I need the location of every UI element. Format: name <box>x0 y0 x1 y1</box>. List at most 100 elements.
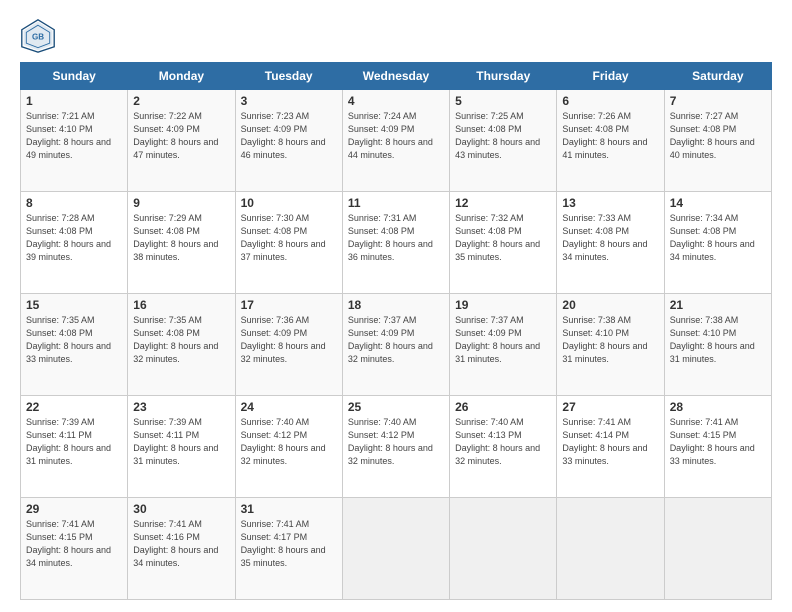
calendar-cell <box>342 498 449 600</box>
calendar-cell: 3 Sunrise: 7:23 AMSunset: 4:09 PMDaylight… <box>235 90 342 192</box>
day-number: 14 <box>670 196 766 210</box>
calendar-cell <box>450 498 557 600</box>
calendar-cell: 26 Sunrise: 7:40 AMSunset: 4:13 PMDayligh… <box>450 396 557 498</box>
calendar-cell: 10 Sunrise: 7:30 AMSunset: 4:08 PMDayligh… <box>235 192 342 294</box>
day-number: 11 <box>348 196 444 210</box>
calendar-cell: 29Sunrise: 7:41 AMSunset: 4:15 PMDayligh… <box>21 498 128 600</box>
calendar-cell: 9 Sunrise: 7:29 AMSunset: 4:08 PMDaylight… <box>128 192 235 294</box>
day-info: Sunrise: 7:36 AMSunset: 4:09 PMDaylight:… <box>241 314 337 366</box>
calendar-cell <box>664 498 771 600</box>
calendar-cell: 13 Sunrise: 7:33 AMSunset: 4:08 PMDayligh… <box>557 192 664 294</box>
calendar-header-friday: Friday <box>557 63 664 90</box>
day-number: 19 <box>455 298 551 312</box>
calendar-cell: 16 Sunrise: 7:35 AMSunset: 4:08 PMDayligh… <box>128 294 235 396</box>
calendar-cell: 7 Sunrise: 7:27 AMSunset: 4:08 PMDaylight… <box>664 90 771 192</box>
day-number: 29 <box>26 502 122 516</box>
day-number: 1 <box>26 94 122 108</box>
day-number: 23 <box>133 400 229 414</box>
day-info: Sunrise: 7:41 AMSunset: 4:14 PMDaylight:… <box>562 416 658 468</box>
day-info: Sunrise: 7:34 AMSunset: 4:08 PMDaylight:… <box>670 212 766 264</box>
calendar-cell: 17 Sunrise: 7:36 AMSunset: 4:09 PMDayligh… <box>235 294 342 396</box>
day-number: 18 <box>348 298 444 312</box>
day-number: 5 <box>455 94 551 108</box>
calendar-cell: 11 Sunrise: 7:31 AMSunset: 4:08 PMDayligh… <box>342 192 449 294</box>
day-info: Sunrise: 7:30 AMSunset: 4:08 PMDaylight:… <box>241 212 337 264</box>
calendar-cell: 30Sunrise: 7:41 AMSunset: 4:16 PMDayligh… <box>128 498 235 600</box>
day-number: 6 <box>562 94 658 108</box>
day-info: Sunrise: 7:40 AMSunset: 4:12 PMDaylight:… <box>241 416 337 468</box>
day-number: 21 <box>670 298 766 312</box>
calendar-header-monday: Monday <box>128 63 235 90</box>
day-info: Sunrise: 7:27 AMSunset: 4:08 PMDaylight:… <box>670 110 766 162</box>
calendar-cell: 8 Sunrise: 7:28 AMSunset: 4:08 PMDaylight… <box>21 192 128 294</box>
calendar-cell: 21 Sunrise: 7:38 AMSunset: 4:10 PMDayligh… <box>664 294 771 396</box>
logo-icon: GB <box>20 18 56 54</box>
calendar-cell: 24 Sunrise: 7:40 AMSunset: 4:12 PMDayligh… <box>235 396 342 498</box>
day-number: 8 <box>26 196 122 210</box>
day-info: Sunrise: 7:28 AMSunset: 4:08 PMDaylight:… <box>26 212 122 264</box>
calendar-week-4: 22 Sunrise: 7:39 AMSunset: 4:11 PMDayligh… <box>21 396 772 498</box>
calendar-cell: 12 Sunrise: 7:32 AMSunset: 4:08 PMDayligh… <box>450 192 557 294</box>
day-info: Sunrise: 7:31 AMSunset: 4:08 PMDaylight:… <box>348 212 444 264</box>
day-number: 15 <box>26 298 122 312</box>
day-info: Sunrise: 7:40 AMSunset: 4:12 PMDaylight:… <box>348 416 444 468</box>
day-number: 26 <box>455 400 551 414</box>
calendar-table: SundayMondayTuesdayWednesdayThursdayFrid… <box>20 62 772 600</box>
day-info: Sunrise: 7:37 AMSunset: 4:09 PMDaylight:… <box>348 314 444 366</box>
day-info: Sunrise: 7:29 AMSunset: 4:08 PMDaylight:… <box>133 212 229 264</box>
day-info: Sunrise: 7:41 AMSunset: 4:17 PMDaylight:… <box>241 518 337 570</box>
calendar-cell: 25Sunrise: 7:40 AMSunset: 4:12 PMDayligh… <box>342 396 449 498</box>
day-number: 3 <box>241 94 337 108</box>
day-number: 27 <box>562 400 658 414</box>
day-number: 24 <box>241 400 337 414</box>
calendar-cell: 28Sunrise: 7:41 AMSunset: 4:15 PMDayligh… <box>664 396 771 498</box>
calendar-header-thursday: Thursday <box>450 63 557 90</box>
calendar-week-1: 1 Sunrise: 7:21 AMSunset: 4:10 PMDaylight… <box>21 90 772 192</box>
day-info: Sunrise: 7:24 AMSunset: 4:09 PMDaylight:… <box>348 110 444 162</box>
calendar-week-5: 29Sunrise: 7:41 AMSunset: 4:15 PMDayligh… <box>21 498 772 600</box>
day-info: Sunrise: 7:25 AMSunset: 4:08 PMDaylight:… <box>455 110 551 162</box>
calendar-cell: 15 Sunrise: 7:35 AMSunset: 4:08 PMDayligh… <box>21 294 128 396</box>
day-info: Sunrise: 7:26 AMSunset: 4:08 PMDaylight:… <box>562 110 658 162</box>
day-info: Sunrise: 7:38 AMSunset: 4:10 PMDaylight:… <box>670 314 766 366</box>
day-info: Sunrise: 7:35 AMSunset: 4:08 PMDaylight:… <box>133 314 229 366</box>
calendar-week-2: 8 Sunrise: 7:28 AMSunset: 4:08 PMDaylight… <box>21 192 772 294</box>
header: GB <box>20 18 772 54</box>
day-info: Sunrise: 7:33 AMSunset: 4:08 PMDaylight:… <box>562 212 658 264</box>
day-info: Sunrise: 7:38 AMSunset: 4:10 PMDaylight:… <box>562 314 658 366</box>
day-info: Sunrise: 7:21 AMSunset: 4:10 PMDaylight:… <box>26 110 122 162</box>
calendar-cell: 2Sunrise: 7:22 AMSunset: 4:09 PMDaylight… <box>128 90 235 192</box>
day-number: 12 <box>455 196 551 210</box>
day-number: 9 <box>133 196 229 210</box>
day-number: 22 <box>26 400 122 414</box>
day-number: 4 <box>348 94 444 108</box>
calendar-header-saturday: Saturday <box>664 63 771 90</box>
day-info: Sunrise: 7:32 AMSunset: 4:08 PMDaylight:… <box>455 212 551 264</box>
calendar-header-sunday: Sunday <box>21 63 128 90</box>
calendar-week-3: 15 Sunrise: 7:35 AMSunset: 4:08 PMDayligh… <box>21 294 772 396</box>
calendar-cell: 18 Sunrise: 7:37 AMSunset: 4:09 PMDayligh… <box>342 294 449 396</box>
calendar-cell: 19Sunrise: 7:37 AMSunset: 4:09 PMDayligh… <box>450 294 557 396</box>
calendar-header-row: SundayMondayTuesdayWednesdayThursdayFrid… <box>21 63 772 90</box>
day-number: 17 <box>241 298 337 312</box>
calendar-cell: 1 Sunrise: 7:21 AMSunset: 4:10 PMDaylight… <box>21 90 128 192</box>
day-info: Sunrise: 7:41 AMSunset: 4:16 PMDaylight:… <box>133 518 229 570</box>
day-number: 7 <box>670 94 766 108</box>
logo: GB <box>20 18 60 54</box>
day-number: 31 <box>241 502 337 516</box>
day-info: Sunrise: 7:39 AMSunset: 4:11 PMDaylight:… <box>26 416 122 468</box>
calendar-cell: 22 Sunrise: 7:39 AMSunset: 4:11 PMDayligh… <box>21 396 128 498</box>
day-info: Sunrise: 7:35 AMSunset: 4:08 PMDaylight:… <box>26 314 122 366</box>
day-info: Sunrise: 7:40 AMSunset: 4:13 PMDaylight:… <box>455 416 551 468</box>
day-number: 16 <box>133 298 229 312</box>
calendar-header-wednesday: Wednesday <box>342 63 449 90</box>
calendar-cell: 5 Sunrise: 7:25 AMSunset: 4:08 PMDaylight… <box>450 90 557 192</box>
calendar-cell: 6 Sunrise: 7:26 AMSunset: 4:08 PMDaylight… <box>557 90 664 192</box>
calendar-cell: 31 Sunrise: 7:41 AMSunset: 4:17 PMDayligh… <box>235 498 342 600</box>
day-number: 13 <box>562 196 658 210</box>
day-info: Sunrise: 7:23 AMSunset: 4:09 PMDaylight:… <box>241 110 337 162</box>
day-number: 10 <box>241 196 337 210</box>
svg-text:GB: GB <box>32 33 44 42</box>
day-number: 20 <box>562 298 658 312</box>
calendar-cell: 4 Sunrise: 7:24 AMSunset: 4:09 PMDaylight… <box>342 90 449 192</box>
